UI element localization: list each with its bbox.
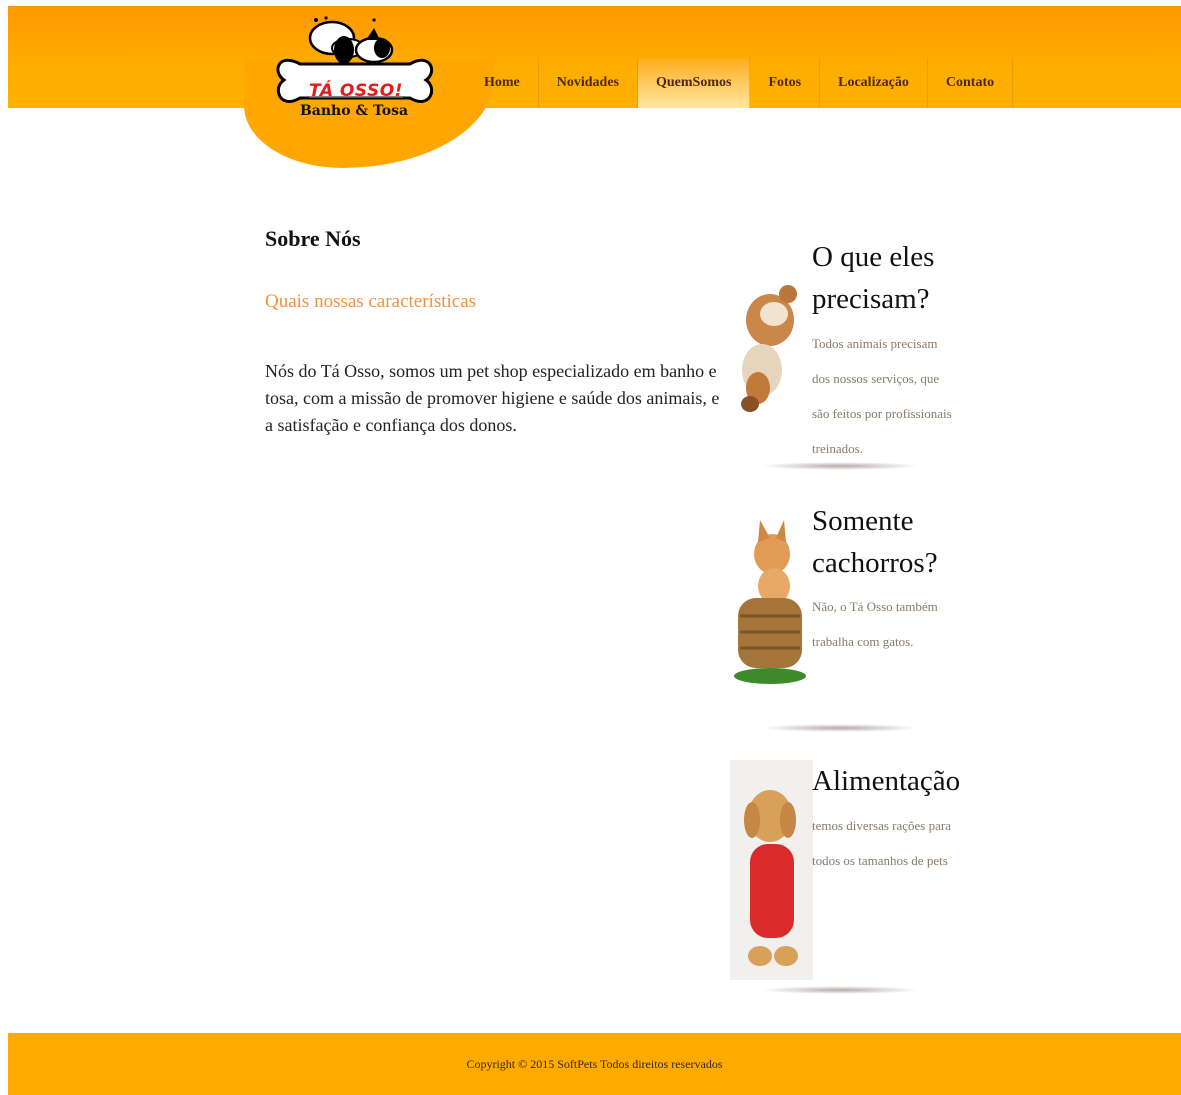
card-title: O que eles precisam? (812, 241, 935, 315)
nav-localizacao[interactable]: Localização (820, 58, 928, 108)
dog-logo-icon (308, 16, 394, 64)
nav-novidades[interactable]: Novidades (539, 58, 638, 108)
logo-title: TÁ OSSO! (309, 81, 403, 101)
copyright-text: Copyright © 2015 SoftPets Todos direitos… (466, 1056, 723, 1071)
card-title: Alimentação (812, 765, 961, 797)
card-text: temos diversas rações para todos os tama… (812, 818, 951, 868)
main-nav: Home Novidades QuemSomos Fotos Localizaç… (466, 58, 1014, 108)
kitten-in-basket-icon (730, 512, 810, 692)
sidebar-card-needs: O que eles precisam? Todos animais preci… (730, 236, 962, 476)
nav-quemsomos[interactable]: QuemSomos (638, 58, 751, 108)
about-text: Nós do Tá Osso, somos um pet shop especi… (265, 361, 720, 435)
card-divider-shadow (760, 724, 920, 732)
nav-fotos[interactable]: Fotos (750, 58, 821, 108)
card-divider-shadow (760, 462, 920, 470)
sidebar-card-food: Alimentação temos diversas rações para t… (730, 760, 962, 1000)
card-divider-shadow (760, 986, 920, 994)
page-subtitle: Quais nossas características (265, 291, 477, 312)
logo-subtitle: Banho & Tosa (299, 103, 409, 119)
puppy-and-kitten-icon (730, 280, 810, 425)
dog-in-red-hoodie-icon (730, 760, 813, 985)
nav-contato[interactable]: Contato (928, 58, 1014, 108)
card-text: Todos animais precisam dos nossos serviç… (812, 336, 952, 456)
site-footer: Copyright © 2015 SoftPets Todos direitos… (8, 1033, 1181, 1095)
sidebar-card-only-dogs: Somente cachorros? Não, o Tá Osso também… (730, 500, 962, 740)
nav-home[interactable]: Home (466, 58, 539, 108)
page-title: Sobre Nós (265, 226, 361, 251)
card-text: Não, o Tá Osso também trabalha com gatos… (812, 599, 938, 649)
card-title: Somente cachorros? (812, 505, 938, 579)
